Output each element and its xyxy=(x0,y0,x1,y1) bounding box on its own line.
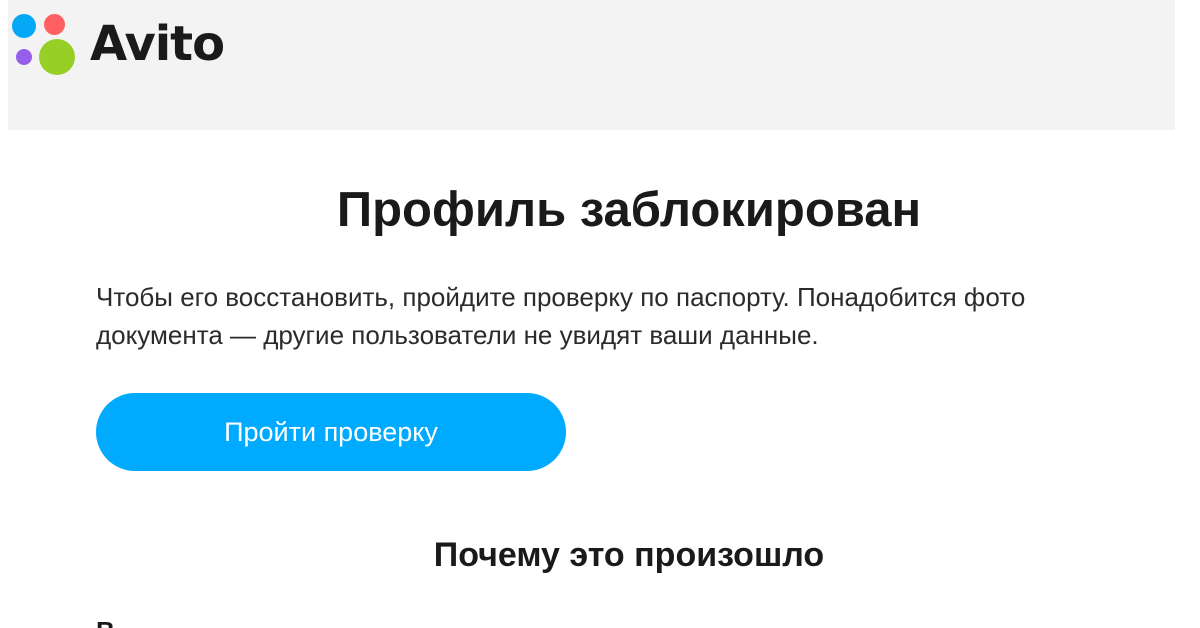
logo-text: Avito xyxy=(90,16,225,72)
truncated-paragraph: В xyxy=(96,612,1096,628)
section-heading-why: Почему это произошло xyxy=(433,536,825,574)
page-title: Профиль заблокирован xyxy=(336,183,922,237)
logo-dot-purple xyxy=(16,49,32,65)
logo-dot-red xyxy=(44,14,65,35)
logo-dot-blue xyxy=(12,14,36,38)
page: Avito Профиль заблокирован Чтобы его вос… xyxy=(0,0,1200,628)
logo-dot-green xyxy=(39,39,75,75)
description-text: Чтобы его восстановить, пройдите проверк… xyxy=(96,282,1026,350)
avito-logo-icon xyxy=(12,12,82,76)
avito-logo[interactable]: Avito xyxy=(12,12,225,76)
start-verification-button[interactable]: Пройти проверку xyxy=(96,393,566,471)
header: Avito xyxy=(8,0,1175,130)
truncated-paragraph-text: В xyxy=(96,612,1096,628)
